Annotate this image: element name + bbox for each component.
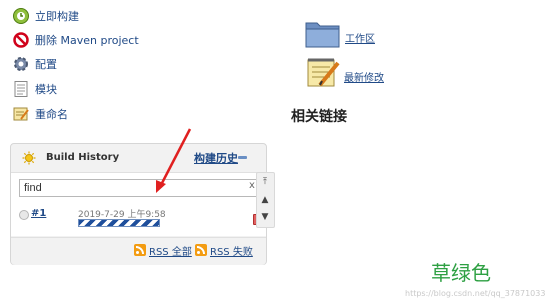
page-first-icon[interactable]: ⤒	[259, 175, 271, 189]
search-input[interactable]	[19, 179, 259, 197]
trend-link[interactable]: 构建历史	[194, 150, 238, 166]
notepad-icon	[12, 105, 30, 123]
watermark: https://blog.csdn.net/qq_37871033	[405, 289, 546, 298]
sidebar-item-build-now[interactable]: 立即构建	[12, 6, 79, 26]
sun-icon	[22, 151, 36, 168]
build-clock-icon	[12, 7, 30, 25]
sidebar-item-modules[interactable]: 模块	[12, 79, 57, 99]
build-number-link[interactable]: #1	[31, 208, 46, 219]
no-entry-icon	[12, 31, 30, 49]
build-history-header: Build History 构建历史	[11, 144, 266, 173]
minus-icon[interactable]	[238, 156, 247, 159]
sidebar-item-delete-project[interactable]: 删除 Maven project	[12, 30, 139, 50]
rss-icon	[195, 244, 207, 256]
rss-icon	[134, 244, 146, 256]
rss-failed-link[interactable]: RSS 失败	[210, 243, 253, 258]
rss-all-link[interactable]: RSS 全部	[149, 243, 192, 258]
status-ball-icon	[19, 210, 29, 220]
annotation-arrow	[156, 128, 192, 193]
workspace-link[interactable]: 工作区	[345, 30, 375, 45]
page-up-icon[interactable]: ▲	[259, 193, 271, 207]
sidebar-item-rename[interactable]: 重命名	[12, 104, 68, 124]
build-row: #1 2019-7-29 上午9:58 ×	[17, 208, 264, 230]
sidebar-item-label: 删除 Maven project	[35, 34, 139, 47]
clear-search-button[interactable]: x	[249, 180, 255, 191]
page-down-icon[interactable]: ▼	[259, 210, 271, 224]
sidebar-item-label: 配置	[35, 58, 57, 71]
recent-changes-link[interactable]: 最新修改	[344, 69, 384, 84]
build-history-footer: RSS 全部 RSS 失败	[11, 237, 266, 265]
build-history-panel: Build History 构建历史 x #1 2019-7-29 上午9:58…	[10, 143, 267, 265]
build-progress-bar	[78, 219, 160, 227]
pager-controls: ⤒ ▲ ▼	[256, 172, 275, 228]
sidebar-item-label: 重命名	[35, 108, 68, 121]
sidebar-item-label: 模块	[35, 83, 57, 96]
annotation-caption: 草绿色	[431, 261, 491, 285]
related-links-heading: 相关链接	[291, 109, 347, 125]
sidebar-item-label: 立即构建	[35, 10, 79, 23]
folder-icon[interactable]	[305, 18, 340, 51]
notepad-icon[interactable]	[305, 55, 340, 92]
sidebar-item-configure[interactable]: 配置	[12, 54, 57, 74]
gear-icon	[12, 55, 30, 73]
build-history-title: Build History	[46, 152, 120, 163]
document-icon	[12, 80, 30, 98]
